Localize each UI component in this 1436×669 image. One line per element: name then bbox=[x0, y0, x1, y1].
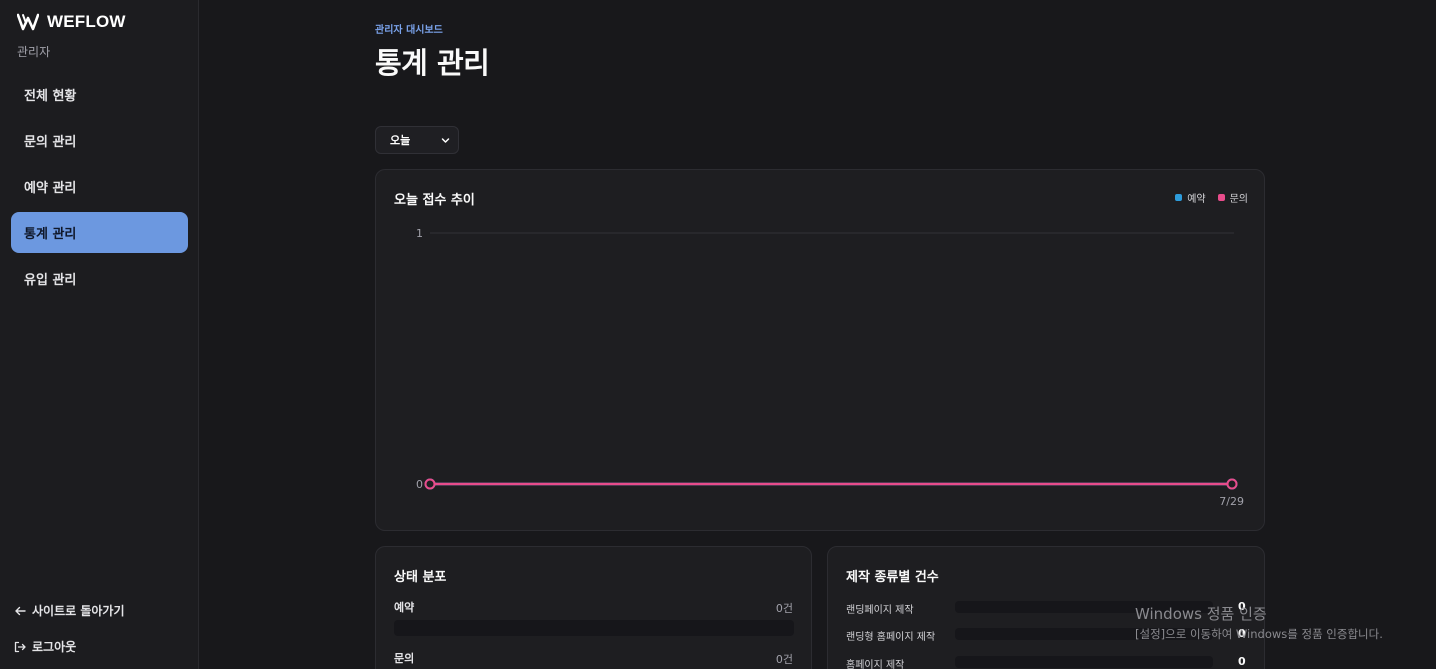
back-to-site-label: 사이트로 돌아가기 bbox=[32, 604, 125, 618]
sidebar-item-label: 유입 관리 bbox=[24, 273, 77, 288]
period-select-value: 오늘 bbox=[390, 134, 411, 147]
kind-row-value: 0 bbox=[1238, 655, 1246, 668]
page-title: 통계 관리 bbox=[375, 46, 490, 80]
sidebar-item-inquiries[interactable]: 문의 관리 bbox=[11, 120, 188, 161]
kind-card-title: 제작 종류별 건수 bbox=[846, 570, 939, 585]
status-progress-bar bbox=[394, 620, 794, 636]
sidebar-nav: 전체 현황 문의 관리 예약 관리 통계 관리 유입 관리 bbox=[11, 74, 188, 304]
breadcrumb: 관리자 대시보드 bbox=[375, 25, 443, 36]
status-row-label: 예약 bbox=[394, 601, 415, 614]
brand-name: WEFLOW bbox=[47, 12, 126, 31]
weflow-logo-icon bbox=[17, 13, 39, 31]
sidebar-item-label: 전체 현황 bbox=[24, 89, 77, 104]
watermark-subtitle: [설정]으로 이동하여 Windows를 정품 인증합니다. bbox=[1135, 627, 1383, 641]
logout-button[interactable]: 로그아웃 bbox=[14, 638, 76, 655]
sidebar-item-reservations[interactable]: 예약 관리 bbox=[11, 166, 188, 207]
kind-row-label: 랜딩페이지 제작 bbox=[846, 605, 914, 616]
sidebar-item-label: 통계 관리 bbox=[24, 227, 77, 242]
kind-progress-bar bbox=[955, 656, 1213, 668]
status-row-value: 0건 bbox=[775, 653, 793, 666]
trend-line-chart: 1 0 7/29 bbox=[416, 227, 1244, 508]
sidebar-item-overview[interactable]: 전체 현황 bbox=[11, 74, 188, 115]
logout-icon bbox=[14, 641, 26, 652]
brand[interactable]: WEFLOW bbox=[17, 12, 126, 32]
data-point bbox=[1226, 478, 1238, 490]
sidebar: WEFLOW 관리자 전체 현황 문의 관리 예약 관리 통계 관리 유입 관리… bbox=[0, 0, 199, 669]
period-select[interactable]: 오늘 bbox=[375, 126, 459, 154]
status-card-title: 상태 분포 bbox=[394, 570, 447, 585]
logout-label: 로그아웃 bbox=[32, 640, 77, 654]
status-row-label: 문의 bbox=[394, 652, 415, 665]
data-point bbox=[424, 478, 436, 490]
back-to-site-link[interactable]: 사이트로 돌아가기 bbox=[14, 602, 125, 619]
trend-card: 오늘 접수 추이 예약 문의 1 0 7/29 bbox=[375, 169, 1265, 531]
y-tick-label: 1 bbox=[416, 227, 423, 240]
x-tick-label: 7/29 bbox=[1219, 495, 1244, 508]
windows-activation-watermark: Windows 정품 인증 [설정]으로 이동하여 Windows를 정품 인증… bbox=[1135, 603, 1383, 642]
arrow-left-icon bbox=[15, 606, 26, 615]
watermark-title: Windows 정품 인증 bbox=[1135, 605, 1267, 623]
sidebar-item-label: 예약 관리 bbox=[24, 181, 77, 196]
y-tick-label: 0 bbox=[416, 478, 423, 491]
kind-row-label: 홈페이지 제작 bbox=[846, 660, 905, 669]
sidebar-item-statistics[interactable]: 통계 관리 bbox=[11, 212, 188, 253]
kind-row-label: 랜딩형 홈페이지 제작 bbox=[846, 632, 936, 643]
sidebar-item-label: 문의 관리 bbox=[24, 135, 77, 150]
chevron-down-icon bbox=[441, 137, 450, 143]
sidebar-item-traffic[interactable]: 유입 관리 bbox=[11, 258, 188, 299]
status-card: 상태 분포 예약 0건 문의 0건 bbox=[375, 546, 812, 669]
role-label: 관리자 bbox=[17, 45, 51, 59]
status-row-value: 0건 bbox=[775, 602, 793, 615]
